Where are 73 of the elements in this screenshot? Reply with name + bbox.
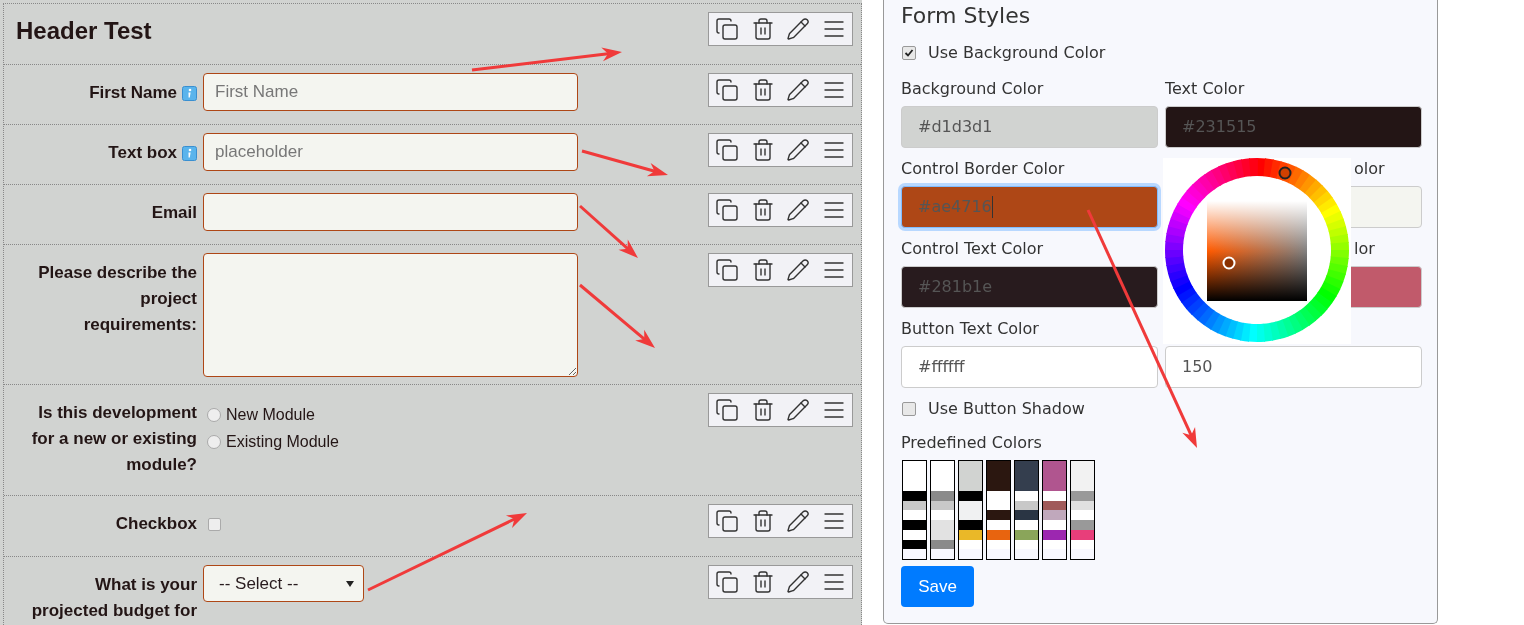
color-field[interactable]: #d1d3d1 bbox=[901, 106, 1158, 148]
info-icon[interactable] bbox=[182, 86, 197, 101]
pencil-icon[interactable] bbox=[786, 509, 811, 533]
radio-label: New Module bbox=[226, 404, 315, 425]
trash-icon[interactable] bbox=[750, 138, 775, 162]
trash-icon[interactable] bbox=[750, 258, 775, 282]
field-label: Text box bbox=[108, 142, 177, 164]
field-label: Please describe the project requirements: bbox=[37, 262, 197, 336]
color-swatch[interactable] bbox=[930, 460, 955, 560]
caret-icon bbox=[346, 579, 354, 588]
annotation-arrow bbox=[579, 204, 638, 258]
pencil-icon[interactable] bbox=[786, 258, 811, 282]
checkbox[interactable] bbox=[902, 402, 916, 416]
save-button[interactable]: Save bbox=[901, 566, 974, 607]
field-label: Control Text Color bbox=[901, 238, 1044, 260]
field-label: Checkbox bbox=[115, 513, 197, 535]
field-label: Button Text Color bbox=[901, 318, 1039, 340]
hue-handle[interactable] bbox=[1278, 166, 1292, 180]
text-field[interactable]: placeholder bbox=[203, 133, 578, 171]
form-header: Header Test bbox=[16, 17, 152, 44]
checkbox[interactable] bbox=[208, 518, 221, 531]
color-swatch[interactable] bbox=[986, 460, 1011, 560]
checkbox-label: Use Background Color bbox=[928, 42, 1106, 64]
pencil-icon[interactable] bbox=[786, 570, 811, 594]
text-field[interactable] bbox=[203, 193, 578, 231]
pencil-icon[interactable] bbox=[786, 17, 811, 41]
pencil-icon[interactable] bbox=[786, 398, 811, 422]
field-label: Background Color bbox=[901, 78, 1044, 100]
pencil-icon[interactable] bbox=[786, 198, 811, 222]
pencil-icon[interactable] bbox=[786, 78, 811, 102]
copy-icon[interactable] bbox=[714, 78, 739, 102]
checkbox[interactable] bbox=[902, 46, 916, 60]
copy-icon[interactable] bbox=[714, 509, 739, 533]
info-icon[interactable] bbox=[182, 146, 197, 161]
color-swatch[interactable] bbox=[902, 460, 927, 560]
color-swatch[interactable] bbox=[958, 460, 983, 560]
field-label: Is this development for a new or existing module? bbox=[30, 402, 197, 476]
pencil-icon[interactable] bbox=[786, 138, 811, 162]
color-swatch[interactable] bbox=[1014, 460, 1039, 560]
checkbox-label: Use Button Shadow bbox=[928, 398, 1085, 420]
copy-icon[interactable] bbox=[714, 17, 739, 41]
field-label: What is your projected budget for bbox=[30, 574, 197, 622]
copy-icon[interactable] bbox=[714, 570, 739, 594]
color-field[interactable]: 150 bbox=[1165, 346, 1422, 388]
color-swatch[interactable] bbox=[1070, 460, 1095, 560]
copy-icon[interactable] bbox=[714, 138, 739, 162]
radio-button[interactable] bbox=[207, 407, 221, 422]
panel-title: Form Styles bbox=[901, 2, 1031, 30]
radio-button[interactable] bbox=[207, 434, 221, 449]
color-square[interactable] bbox=[1207, 201, 1307, 301]
trash-icon[interactable] bbox=[750, 570, 775, 594]
field-label: lor bbox=[1354, 238, 1375, 260]
text-field[interactable]: First Name bbox=[203, 73, 578, 111]
copy-icon[interactable] bbox=[714, 198, 739, 222]
copy-icon[interactable] bbox=[714, 398, 739, 422]
field-label: Control Border Color bbox=[901, 158, 1065, 180]
section-label: Predefined Colors bbox=[901, 432, 1042, 454]
field-label: olor bbox=[1354, 158, 1385, 180]
radio-label: Existing Module bbox=[226, 431, 339, 452]
select-dropdown[interactable]: -- Select -- bbox=[203, 565, 364, 602]
trash-icon[interactable] bbox=[750, 509, 775, 533]
trash-icon[interactable] bbox=[750, 78, 775, 102]
copy-icon[interactable] bbox=[714, 258, 739, 282]
textarea-field[interactable] bbox=[203, 253, 578, 377]
color-field[interactable]: #ffffff bbox=[901, 346, 1158, 388]
color-handle[interactable] bbox=[1222, 256, 1236, 270]
trash-icon[interactable] bbox=[750, 17, 775, 41]
trash-icon[interactable] bbox=[750, 198, 775, 222]
field-label: First Name bbox=[89, 82, 177, 104]
color-swatch[interactable] bbox=[1042, 460, 1067, 560]
field-label: Text Color bbox=[1165, 78, 1245, 100]
trash-icon[interactable] bbox=[750, 398, 775, 422]
field-label: Email bbox=[151, 202, 197, 224]
